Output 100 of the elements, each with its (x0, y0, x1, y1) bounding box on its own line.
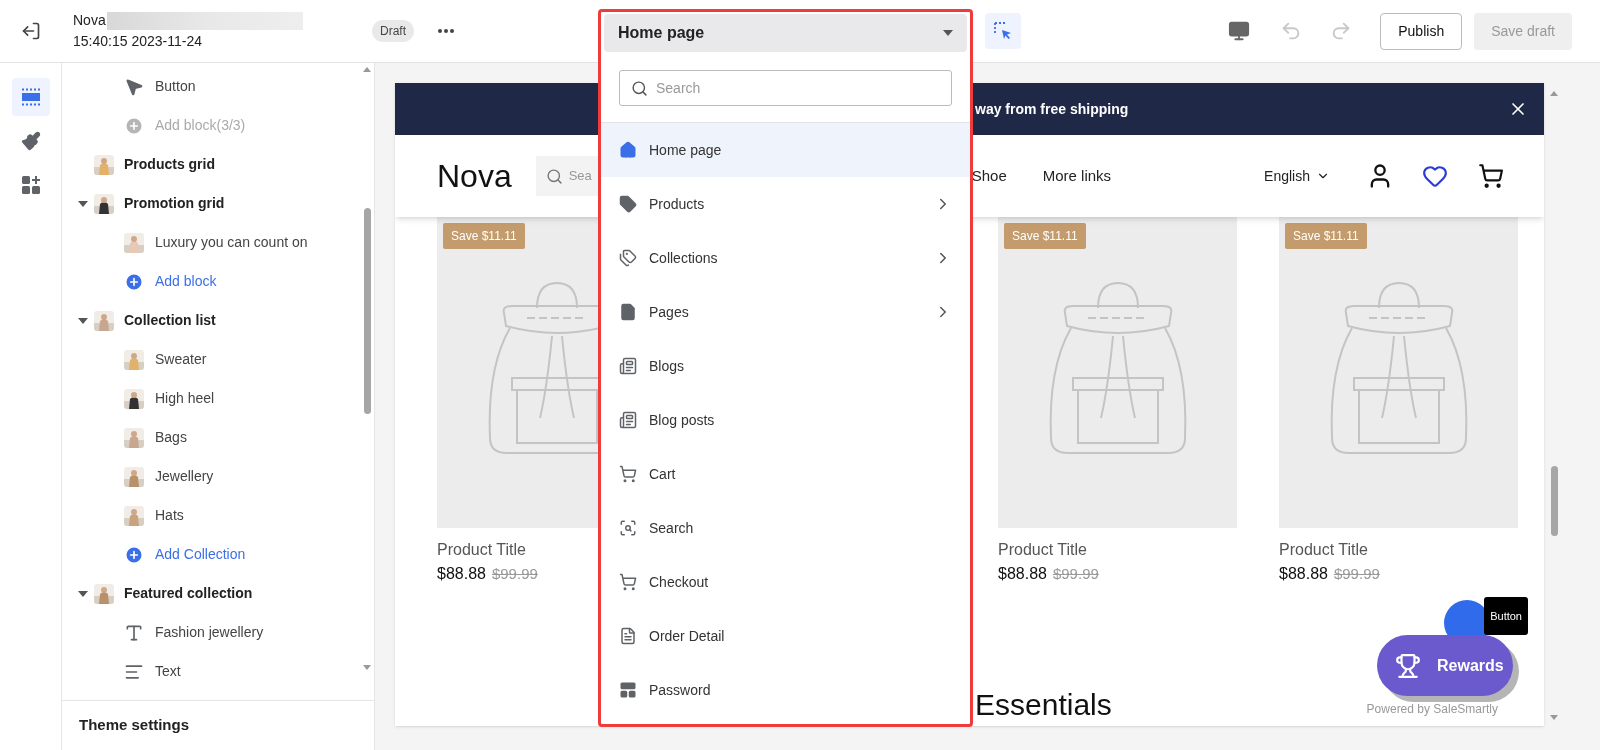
add-item-label: Add block (155, 272, 217, 291)
add-item-button[interactable]: Add block (62, 262, 360, 301)
block-row[interactable]: Luxury you can count on (62, 223, 360, 262)
desktop-icon (1228, 20, 1251, 42)
page-menu-item[interactable]: Search (601, 501, 970, 555)
scrollbar-thumb[interactable] (1550, 466, 1558, 536)
paintbrush-icon (20, 131, 41, 151)
page-menu-item[interactable]: Blogs (601, 339, 970, 393)
store-name: Nova (73, 11, 106, 30)
scroll-down-icon (1550, 715, 1558, 720)
search-icon (619, 519, 637, 537)
discount-badge: Save $11.11 (1285, 223, 1367, 249)
add-item-button[interactable]: Add Collection (62, 535, 360, 574)
nav-link[interactable]: Shoe (971, 164, 1007, 188)
language-selector[interactable]: English (1264, 165, 1330, 187)
block-label: High heel (155, 389, 215, 408)
search-icon (631, 80, 648, 97)
document-icon (619, 627, 637, 645)
block-label: Sweater (155, 350, 207, 369)
page-menu-item[interactable]: Collections (601, 231, 970, 285)
block-label: Bags (155, 428, 187, 447)
product-title: Product Title (437, 540, 526, 560)
add-item-label: Add block(3/3) (155, 116, 246, 135)
block-row[interactable]: Text (62, 652, 360, 691)
block-label: Text (155, 662, 181, 681)
add-icon (124, 115, 144, 136)
section-row[interactable]: Promotion grid (62, 184, 360, 223)
desktop-view-button[interactable] (1228, 20, 1251, 42)
section-row[interactable]: Featured collection (62, 574, 360, 613)
apps-icon (20, 175, 41, 195)
wishlist-icon[interactable] (1422, 163, 1448, 189)
block-label: Button (155, 77, 196, 96)
section-label: Products grid (124, 155, 215, 174)
product-price: $88.88 (1279, 564, 1328, 584)
announcement-text: way from free shipping (975, 99, 1129, 119)
block-row[interactable]: Jewellery (62, 457, 360, 496)
page-menu-item[interactable]: Products (601, 177, 970, 231)
compare-price: $99.99 (1333, 564, 1380, 584)
status-badge: Draft (372, 20, 414, 42)
powered-by-text: Powered by SaleSmartly (1366, 701, 1498, 718)
block-row[interactable]: Hats (62, 496, 360, 535)
block-row[interactable]: Fashion jewellery (62, 613, 360, 652)
trophy-icon (1395, 652, 1421, 679)
block-row[interactable]: Sweater (62, 340, 360, 379)
block-label: Luxury you can count on (155, 233, 308, 252)
block-label: Fashion jewellery (155, 623, 264, 642)
rail-tab[interactable] (11, 78, 50, 116)
tag-icon (619, 195, 637, 213)
product-title: Product Title (998, 540, 1087, 560)
cart-icon (619, 465, 637, 483)
section-row[interactable]: Products grid (62, 145, 360, 184)
page-menu-item[interactable]: Cart (601, 447, 970, 501)
block-row[interactable]: High heel (62, 379, 360, 418)
exit-icon (21, 21, 41, 41)
more-button[interactable] (438, 29, 454, 33)
discount-badge: Save $11.11 (443, 223, 525, 249)
block-row[interactable]: Button (62, 67, 360, 106)
add-icon (124, 544, 144, 565)
product-price: $88.88 (998, 564, 1047, 584)
sections-icon (20, 88, 41, 106)
nav-link[interactable]: More links (1042, 164, 1112, 188)
theme-settings-link[interactable]: Theme settings (79, 714, 190, 737)
page-picker-trigger[interactable]: Home page (604, 14, 967, 52)
search-field[interactable]: Search (619, 70, 952, 106)
select-tool-button[interactable] (985, 13, 1021, 49)
home-icon (619, 141, 637, 159)
block-label: Jewellery (155, 467, 214, 486)
blog-icon (619, 411, 637, 429)
section-label: Promotion grid (124, 194, 225, 213)
page-menu-item[interactable]: Checkout (601, 555, 970, 609)
discount-badge: Save $11.11 (1004, 223, 1086, 249)
cart-icon (619, 573, 637, 591)
store-logo: Nova (437, 157, 512, 196)
page-menu-item[interactable]: Password (601, 663, 970, 717)
layout-icon (619, 681, 637, 699)
cart-icon[interactable] (1478, 163, 1504, 189)
add-item-label: Add Collection (155, 545, 246, 564)
section-row[interactable]: Collection list (62, 301, 360, 340)
compare-price: $99.99 (1052, 564, 1099, 584)
block-row[interactable]: Bags (62, 418, 360, 457)
search-placeholder: Sea (568, 167, 592, 186)
section-heading: Essentials (975, 687, 1112, 723)
selection-icon (994, 22, 1012, 40)
product-title: Product Title (1279, 540, 1368, 560)
tooltip: Button (1484, 596, 1528, 635)
scroll-up-icon (363, 67, 371, 72)
timestamp: 15:40:15 2023-11-24 (73, 32, 203, 51)
page-menu-item[interactable]: Home page (601, 123, 970, 177)
publish-button[interactable]: Publish (1380, 12, 1463, 50)
scroll-up-icon (1550, 91, 1558, 96)
page-menu-item[interactable]: Order Detail (601, 609, 970, 663)
scrollbar-thumb[interactable] (363, 208, 371, 414)
section-label: Collection list (124, 311, 216, 330)
page-menu-item[interactable]: Blog posts (601, 393, 970, 447)
product-price: $88.88 (437, 564, 486, 584)
compare-price: $99.99 (491, 564, 538, 584)
scroll-down-icon (363, 665, 371, 670)
search-icon (545, 167, 563, 185)
blog-icon (619, 357, 637, 375)
page-menu-item[interactable]: Pages (601, 285, 970, 339)
